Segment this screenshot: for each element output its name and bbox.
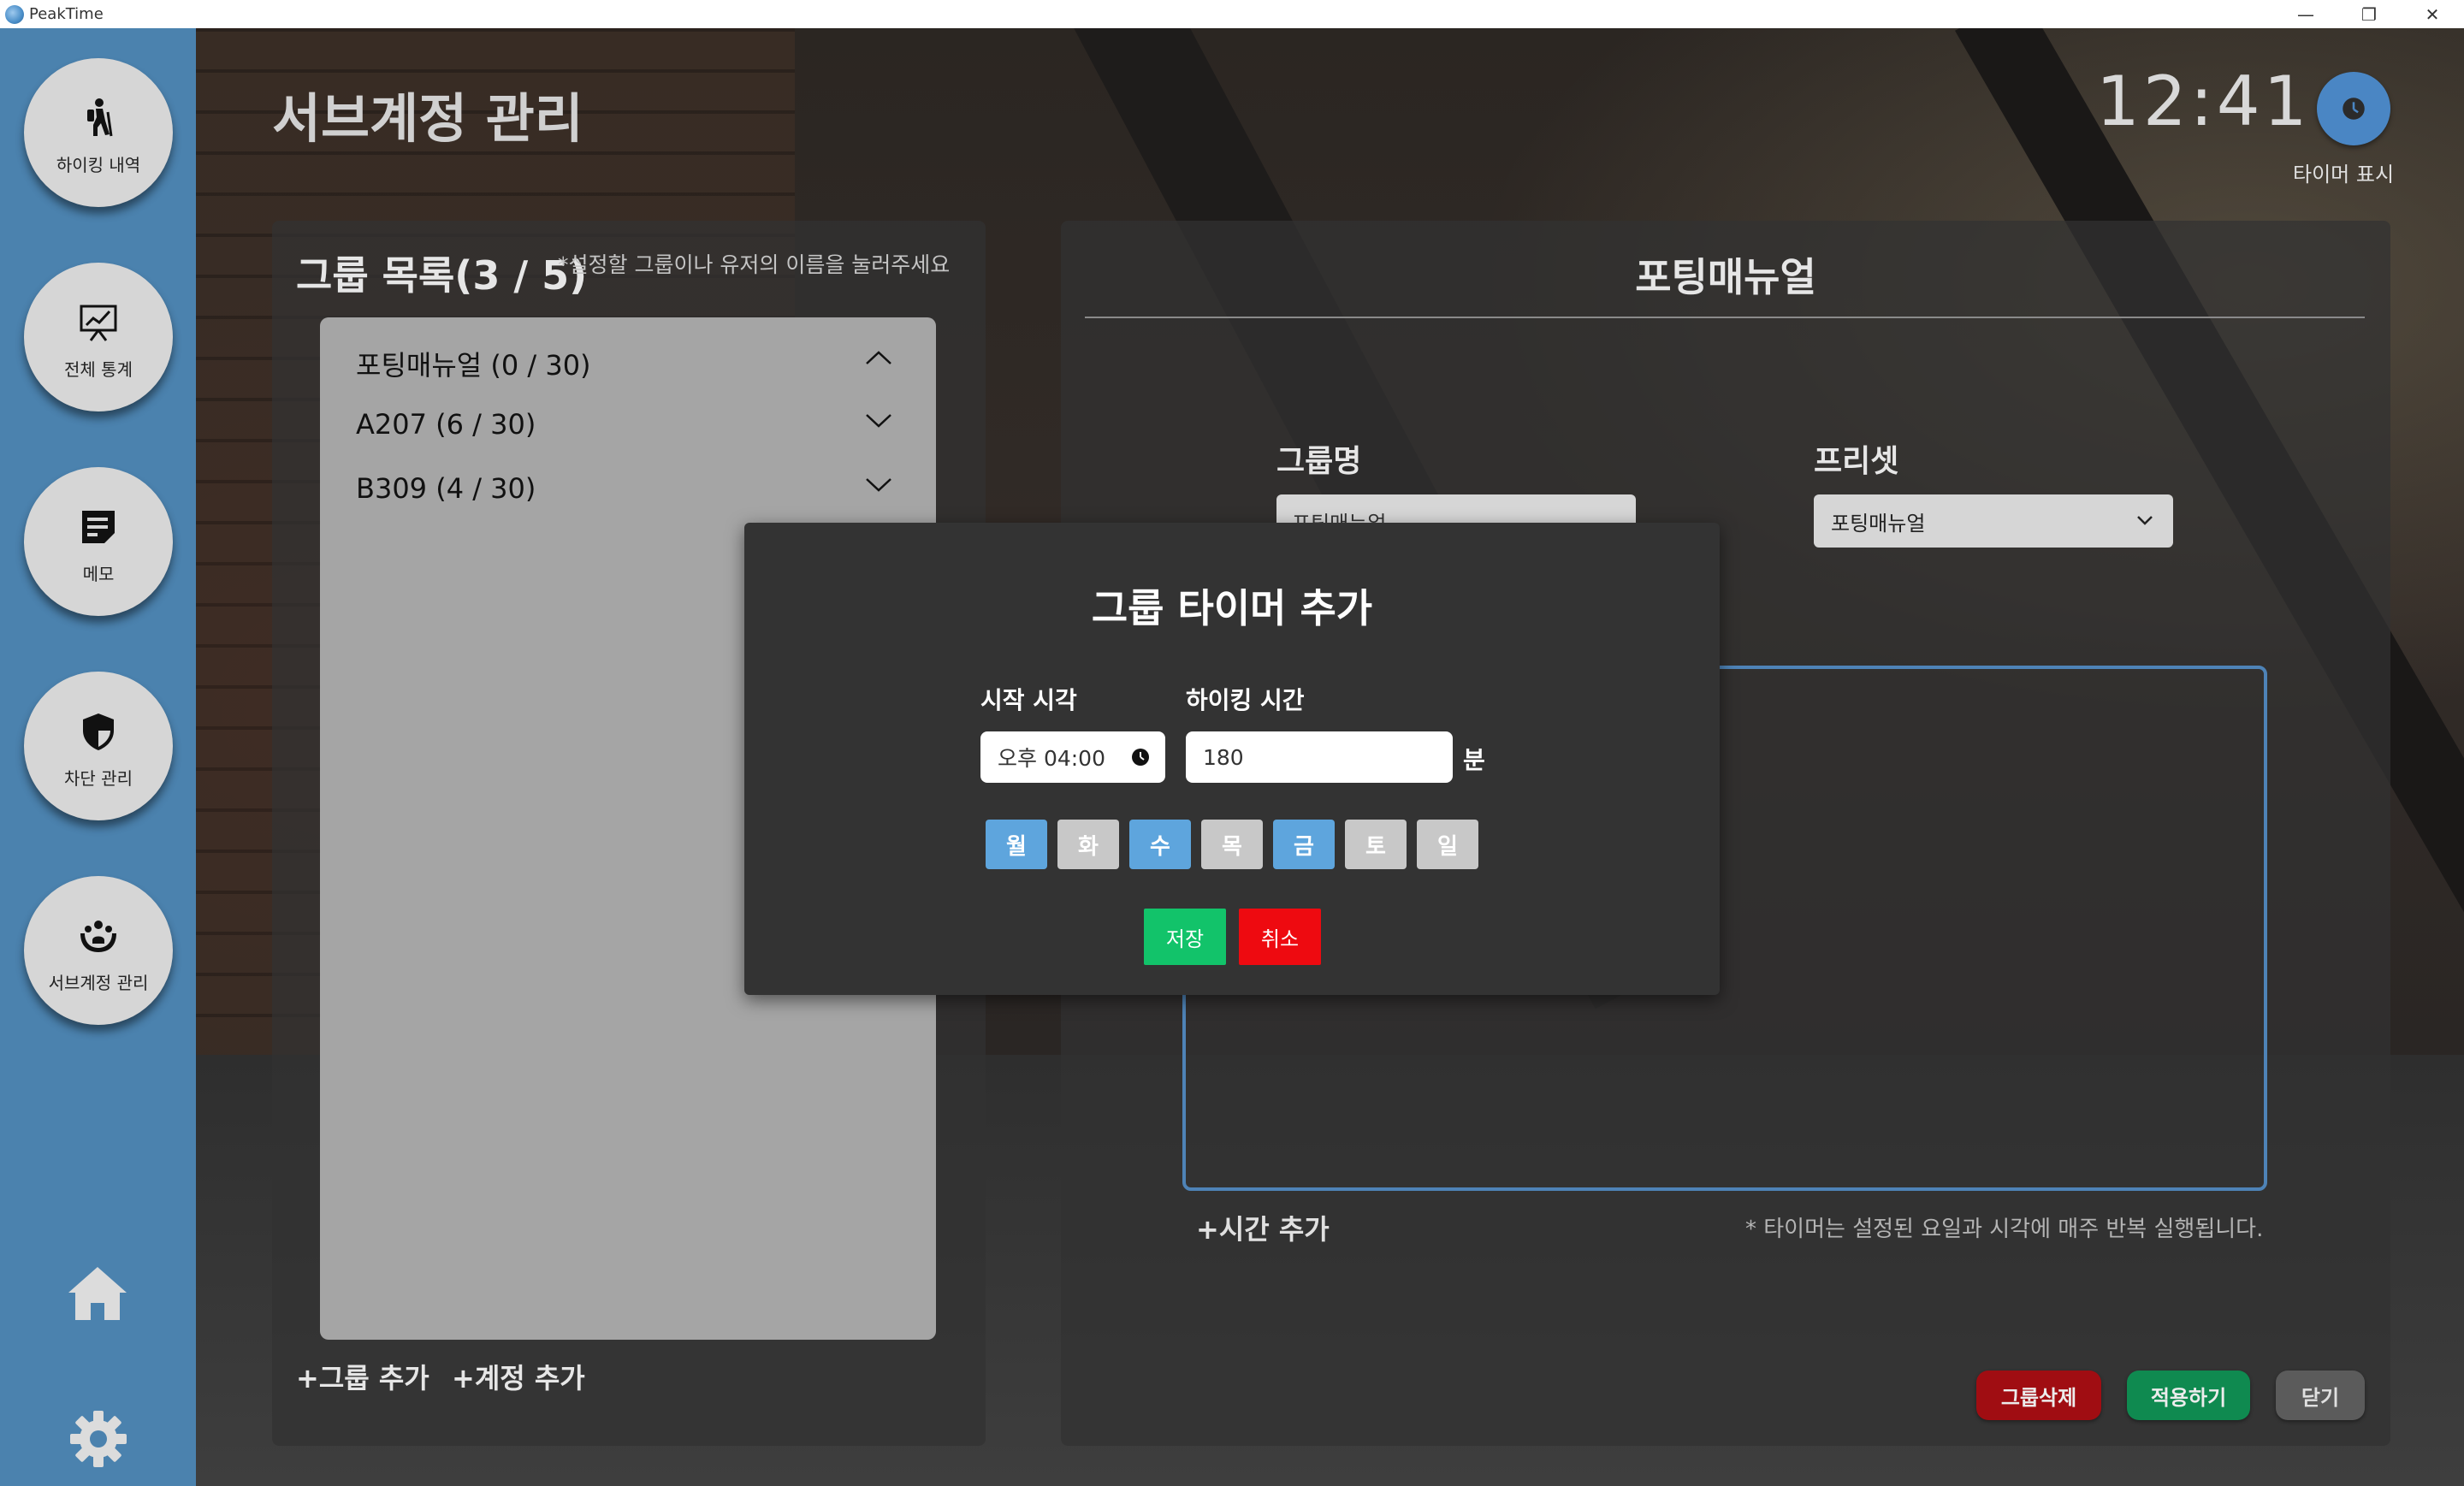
day-toggle-sat[interactable]: 토 [1345, 820, 1407, 869]
add-time-button[interactable]: +시간 추가 [1196, 1208, 1330, 1247]
preset-select[interactable]: 포팅매뉴얼 [1814, 494, 2173, 548]
sidebar: 하이킹 내역 전체 통계 메모 차단 관리 서브계정 관리 [0, 28, 196, 1486]
sidebar-item-label: 서브계정 관리 [48, 972, 149, 993]
start-time-input[interactable]: 오후 04:00 [980, 731, 1165, 783]
preset-label: 프리셋 [1814, 444, 1899, 479]
chevron-down-icon [2137, 516, 2153, 525]
delete-group-button[interactable]: 그룹삭제 [1976, 1371, 2101, 1420]
day-toggle-sun[interactable]: 일 [1417, 820, 1478, 869]
home-icon[interactable] [67, 1264, 128, 1322]
sidebar-item-label: 전체 통계 [64, 358, 133, 380]
chevron-down-icon[interactable] [864, 412, 893, 429]
sidebar-item-label: 차단 관리 [64, 767, 133, 789]
day-toggle-wed[interactable]: 수 [1129, 820, 1191, 869]
clock-display: 12:41 [2096, 62, 2311, 141]
day-toggle-thu[interactable]: 목 [1201, 820, 1263, 869]
chevron-down-icon[interactable] [864, 477, 893, 494]
group-list-hint: *설정할 그룹이나 유저의 이름을 눌러주세요 [558, 252, 951, 277]
timer-toggle-label: 타이머 표시 [2293, 163, 2395, 186]
add-account-button[interactable]: +계정 추가 [452, 1357, 585, 1396]
group-name-label: 그룹명 [1276, 444, 1362, 479]
chevron-up-icon[interactable] [864, 349, 893, 366]
day-toggle-tue[interactable]: 화 [1057, 820, 1119, 869]
sidebar-item-block-management[interactable]: 차단 관리 [24, 672, 173, 820]
page-title: 서브계정 관리 [272, 87, 583, 150]
hiking-icon [87, 98, 113, 136]
start-time-label: 시작 시각 [980, 686, 1077, 714]
group-item[interactable]: B309 (4 / 30) [356, 472, 536, 505]
group-detail-title: 포팅매뉴얼 [1635, 254, 1816, 300]
hiking-duration-label: 하이킹 시간 [1186, 686, 1305, 714]
memo-icon [82, 510, 115, 543]
add-group-timer-dialog: 그룹 타이머 추가 시작 시각 하이킹 시간 오후 04:00 분 월 화 수 … [744, 523, 1720, 995]
add-group-button[interactable]: +그룹 추가 [296, 1357, 429, 1396]
save-button[interactable]: 저장 [1144, 909, 1226, 965]
sidebar-item-label: 하이킹 내역 [56, 154, 141, 175]
sidebar-item-hiking-history[interactable]: 하이킹 내역 [24, 58, 173, 207]
title-bar: PeakTime — ❐ ✕ [0, 0, 2464, 28]
divider [1085, 317, 2365, 318]
close-button[interactable]: 닫기 [2276, 1371, 2365, 1420]
clock-icon[interactable] [1131, 748, 1150, 767]
shield-icon [83, 713, 114, 750]
window-controls: — ❐ ✕ [2274, 0, 2464, 28]
timer-toggle-button[interactable] [2317, 72, 2390, 145]
apply-button[interactable]: 적용하기 [2127, 1371, 2250, 1420]
app-logo-icon [5, 4, 24, 24]
sidebar-item-label: 메모 [82, 563, 115, 584]
group-list-title: 그룹 목록(3 / 5) [296, 252, 588, 299]
app-name: PeakTime [29, 5, 104, 23]
sidebar-item-subaccount-management[interactable]: 서브계정 관리 [24, 876, 173, 1025]
sidebar-item-statistics[interactable]: 전체 통계 [24, 263, 173, 411]
close-window-button[interactable]: ✕ [2401, 0, 2464, 28]
clock-icon [2343, 98, 2365, 120]
restore-button[interactable]: ❐ [2337, 0, 2401, 28]
sidebar-item-memo[interactable]: 메모 [24, 467, 173, 616]
preset-select-value: 포팅매뉴얼 [1831, 511, 1926, 536]
start-time-value: 오후 04:00 [998, 746, 1105, 771]
dialog-title: 그룹 타이머 추가 [1091, 585, 1373, 631]
minimize-button[interactable]: — [2274, 0, 2337, 28]
hiking-duration-input[interactable] [1186, 731, 1453, 783]
duration-unit: 분 [1463, 746, 1485, 774]
gear-icon[interactable] [68, 1409, 128, 1469]
day-toggle-mon[interactable]: 월 [986, 820, 1047, 869]
day-toggle-fri[interactable]: 금 [1273, 820, 1335, 869]
group-item[interactable]: 포팅매뉴얼 (0 / 30) [356, 344, 591, 383]
cancel-button[interactable]: 취소 [1239, 909, 1321, 965]
chart-board-icon [80, 305, 117, 341]
group-hands-icon [80, 920, 116, 952]
group-item[interactable]: A207 (6 / 30) [356, 408, 536, 441]
timer-note: * 타이머는 설정된 요일과 시각에 매주 반복 실행됩니다. [1745, 1217, 2264, 1242]
